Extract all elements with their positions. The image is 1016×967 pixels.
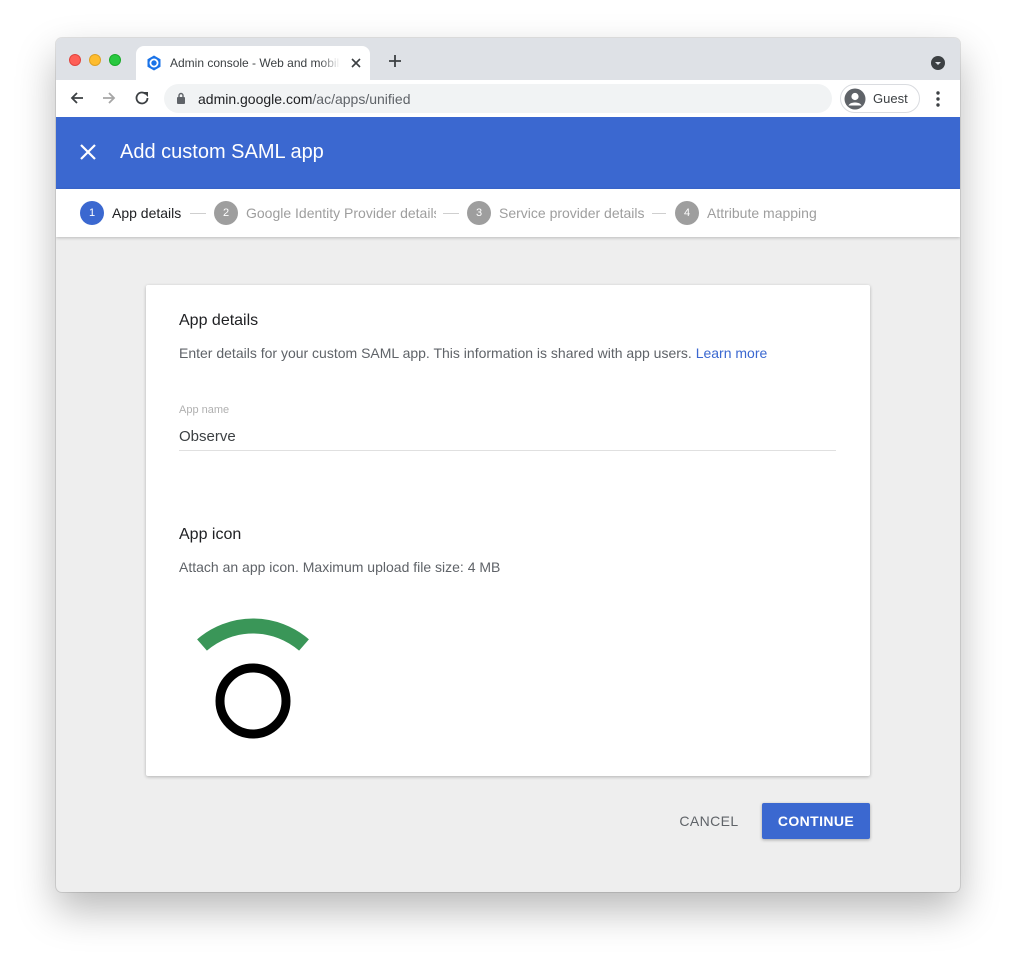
- url-host: admin.google.com: [198, 91, 313, 107]
- forward-icon[interactable]: [100, 89, 118, 107]
- step-attribute-mapping[interactable]: 4 Attribute mapping: [675, 201, 845, 225]
- app-name-input[interactable]: [179, 423, 836, 451]
- step-connector: [652, 213, 666, 214]
- step-service-provider-details[interactable]: 3 Service provider details: [467, 201, 647, 225]
- close-window-button[interactable]: [69, 54, 81, 66]
- app-icon-description: Attach an app icon. Maximum upload file …: [179, 559, 501, 575]
- tab-close-icon[interactable]: [349, 56, 363, 70]
- step-connector: [190, 213, 206, 214]
- admin-console-favicon-icon: [147, 55, 161, 71]
- step-google-idp-details[interactable]: 2 Google Identity Provider details: [214, 201, 436, 225]
- reload-icon[interactable]: [133, 89, 151, 107]
- back-icon[interactable]: [68, 89, 86, 107]
- cancel-button[interactable]: CANCEL: [668, 803, 750, 839]
- page-title: Add custom SAML app: [120, 141, 324, 163]
- minimize-window-button[interactable]: [89, 54, 101, 66]
- profile-name: Guest: [873, 91, 908, 106]
- step-label: Attribute mapping: [707, 205, 817, 221]
- continue-button[interactable]: CONTINUE: [762, 803, 870, 839]
- app-name-label: App name: [179, 404, 230, 416]
- avatar-icon: [844, 88, 866, 110]
- url-text: admin.google.com/ac/apps/unified: [198, 91, 410, 107]
- tab-search-icon[interactable]: [931, 56, 945, 70]
- app-icon-ring: [215, 663, 291, 739]
- new-tab-icon[interactable]: [388, 54, 402, 68]
- app-icon-upload[interactable]: [196, 609, 314, 743]
- step-number: 2: [214, 201, 238, 225]
- description-text: Enter details for your custom SAML app. …: [179, 345, 692, 361]
- browser-toolbar: admin.google.com/ac/apps/unified Guest: [56, 80, 960, 117]
- zoom-window-button[interactable]: [109, 54, 121, 66]
- close-icon[interactable]: [79, 143, 97, 161]
- step-label: App details: [112, 205, 182, 221]
- section-title: App details: [179, 312, 259, 329]
- menu-icon[interactable]: [932, 90, 944, 108]
- tab-strip: Admin console - Web and mobile apps: [56, 38, 960, 80]
- step-label: Google Identity Provider details: [246, 205, 436, 221]
- step-number: 1: [80, 201, 104, 225]
- lock-icon: [177, 92, 185, 104]
- step-connector: [443, 213, 459, 214]
- step-number: 4: [675, 201, 699, 225]
- address-bar[interactable]: admin.google.com/ac/apps/unified: [164, 84, 832, 113]
- profile-button[interactable]: Guest: [840, 84, 920, 113]
- stepper: 1 App details 2 Google Identity Provider…: [56, 189, 960, 237]
- step-label: Service provider details: [499, 205, 645, 221]
- app-icon-title: App icon: [179, 526, 242, 543]
- tab-title: Admin console - Web and mobile apps: [170, 56, 340, 70]
- app-header: Add custom SAML app: [56, 117, 960, 189]
- browser-window: Admin console - Web and mobile apps a: [56, 38, 960, 892]
- app-details-card: App details Enter details for your custo…: [146, 285, 870, 776]
- section-description: Enter details for your custom SAML app. …: [179, 345, 767, 361]
- url-path: /ac/apps/unified: [312, 91, 411, 107]
- app-icon-arc: [197, 618, 309, 651]
- browser-tab[interactable]: Admin console - Web and mobile apps: [136, 46, 370, 80]
- step-number: 3: [467, 201, 491, 225]
- step-app-details[interactable]: 1 App details: [80, 201, 190, 225]
- learn-more-link[interactable]: Learn more: [696, 345, 768, 361]
